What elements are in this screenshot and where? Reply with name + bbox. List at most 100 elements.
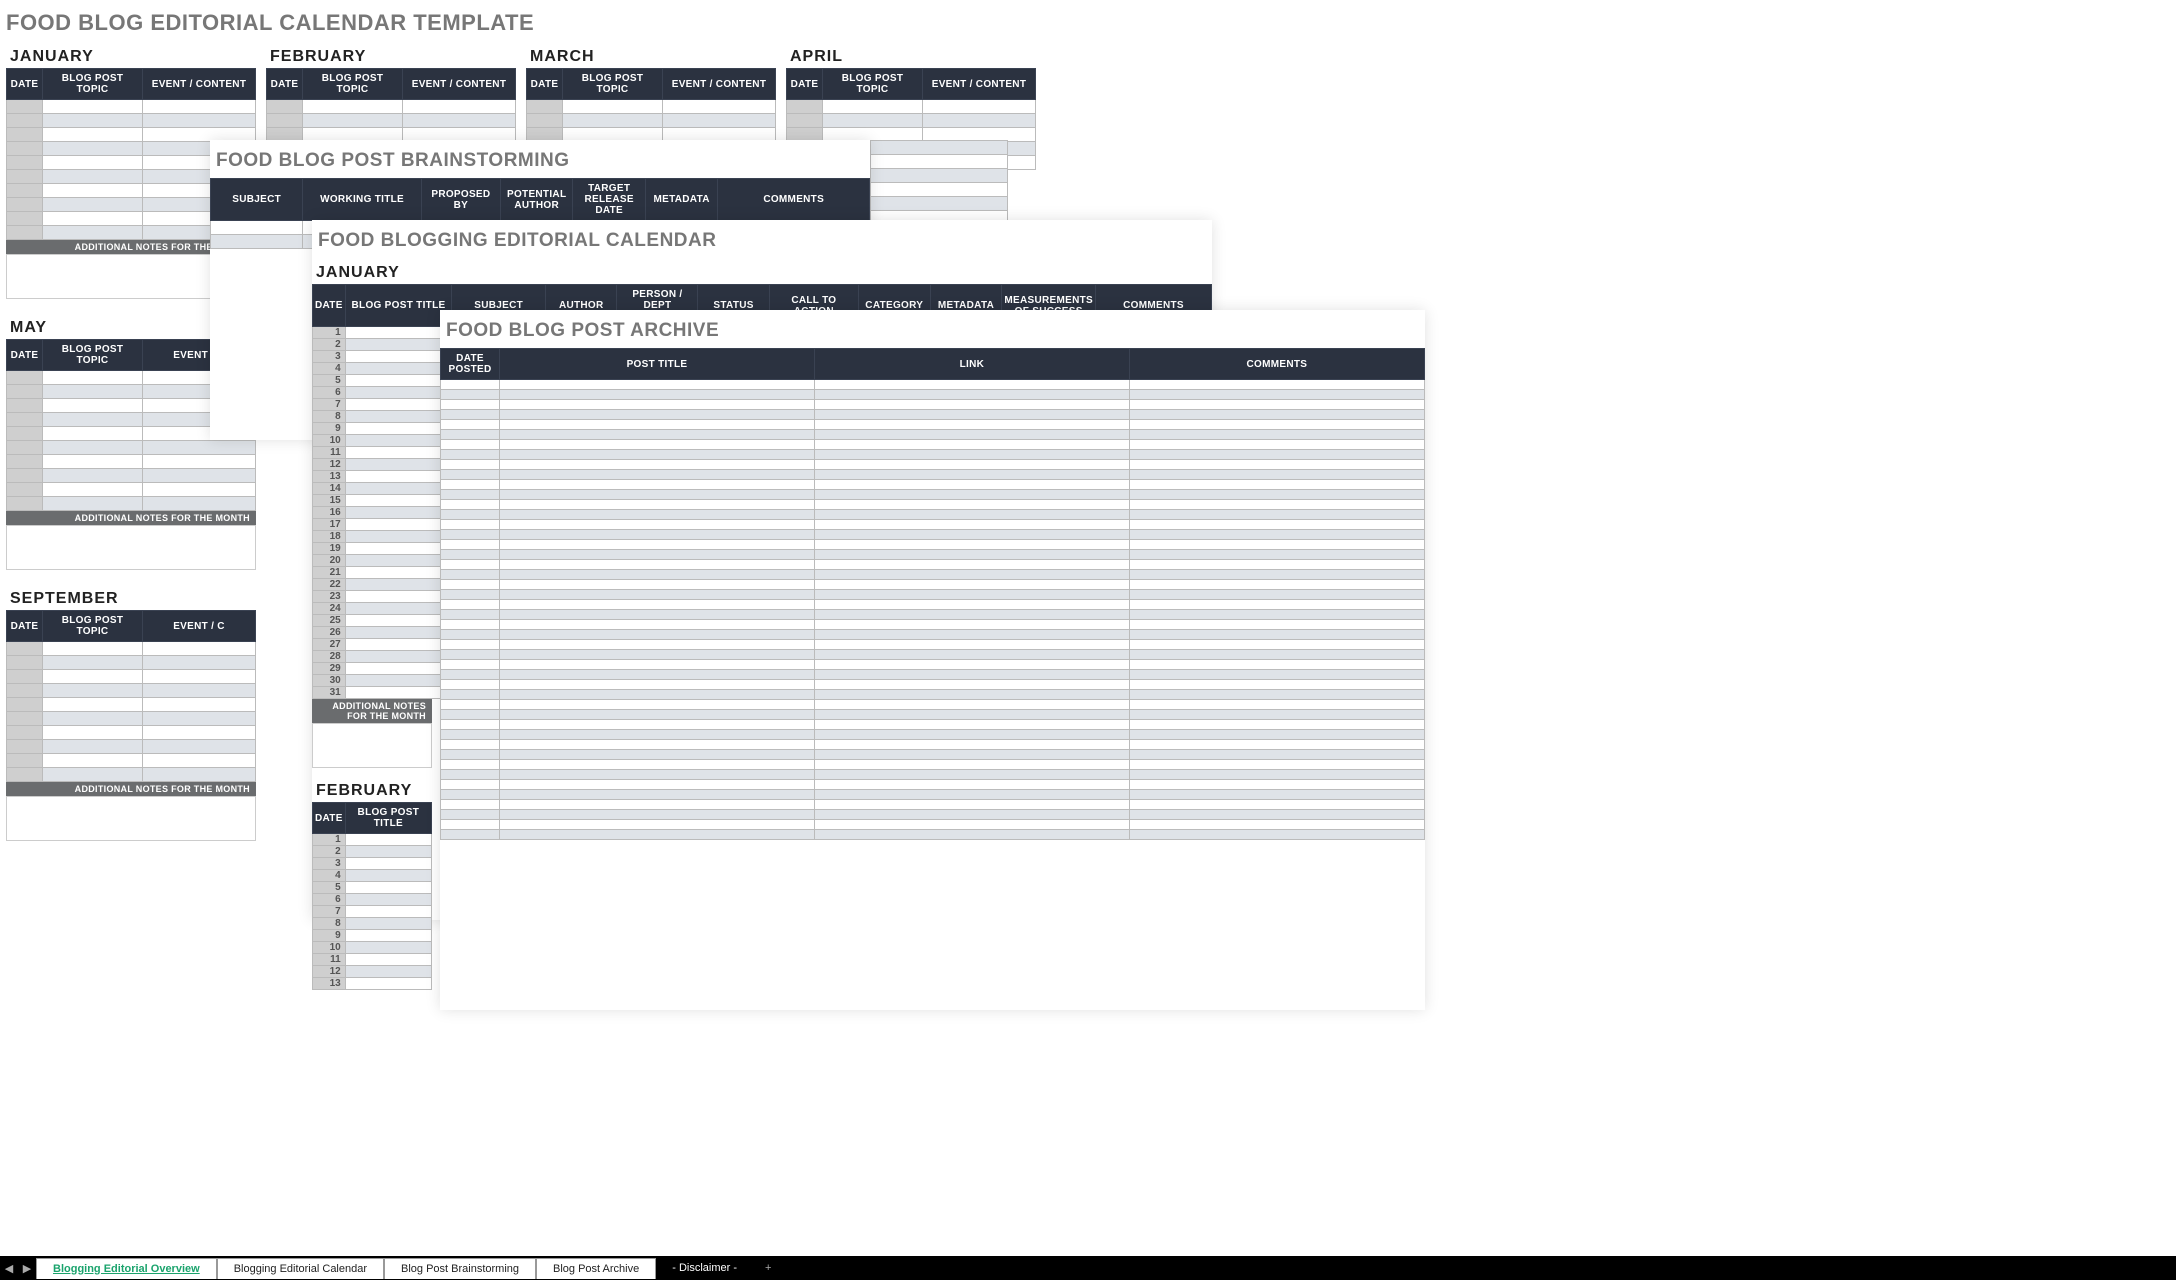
cell[interactable]	[441, 480, 500, 490]
cell[interactable]	[1129, 550, 1424, 560]
cell[interactable]	[1129, 650, 1424, 660]
cell[interactable]	[345, 834, 431, 846]
cell[interactable]	[441, 690, 500, 700]
cell[interactable]	[500, 700, 815, 710]
cell[interactable]	[527, 114, 563, 128]
cell[interactable]	[814, 610, 1129, 620]
cell[interactable]	[345, 351, 452, 363]
cell[interactable]	[1129, 680, 1424, 690]
cell[interactable]	[345, 459, 452, 471]
cell[interactable]	[43, 170, 143, 184]
cell[interactable]	[441, 560, 500, 570]
cell[interactable]	[345, 375, 452, 387]
cell[interactable]	[43, 385, 143, 399]
cell[interactable]	[43, 768, 143, 782]
cell[interactable]	[345, 651, 452, 663]
date-cell[interactable]: 1	[313, 327, 346, 339]
cell[interactable]	[43, 212, 143, 226]
cell[interactable]	[345, 942, 431, 954]
cell[interactable]	[441, 610, 500, 620]
cell[interactable]	[143, 740, 256, 754]
cell[interactable]	[345, 435, 452, 447]
cell[interactable]	[1129, 780, 1424, 790]
cell[interactable]	[563, 114, 663, 128]
cell[interactable]	[43, 198, 143, 212]
cell[interactable]	[441, 530, 500, 540]
cell[interactable]	[1129, 530, 1424, 540]
cell[interactable]	[1129, 770, 1424, 780]
cell[interactable]	[814, 660, 1129, 670]
cell[interactable]	[211, 221, 303, 235]
cell[interactable]	[814, 550, 1129, 560]
cell[interactable]	[43, 399, 143, 413]
cell[interactable]	[500, 480, 815, 490]
cell[interactable]	[814, 720, 1129, 730]
cell[interactable]	[43, 684, 143, 698]
cell[interactable]	[500, 790, 815, 800]
cell[interactable]	[500, 530, 815, 540]
cell[interactable]	[814, 570, 1129, 580]
cell[interactable]	[43, 712, 143, 726]
date-cell[interactable]: 23	[313, 591, 346, 603]
cell[interactable]	[345, 363, 452, 375]
cell[interactable]	[1129, 490, 1424, 500]
cell[interactable]	[500, 750, 815, 760]
cell[interactable]	[500, 740, 815, 750]
cell[interactable]	[345, 858, 431, 870]
cell[interactable]	[500, 440, 815, 450]
cell[interactable]	[303, 114, 403, 128]
cell[interactable]	[814, 530, 1129, 540]
date-cell[interactable]: 24	[313, 603, 346, 615]
tab-nav-left[interactable]: ◀	[0, 1262, 18, 1275]
cell[interactable]	[345, 519, 452, 531]
cell[interactable]	[441, 780, 500, 790]
cell[interactable]	[500, 660, 815, 670]
date-cell[interactable]: 27	[313, 639, 346, 651]
cell[interactable]	[500, 510, 815, 520]
cell[interactable]	[43, 483, 143, 497]
cell[interactable]	[500, 610, 815, 620]
cell[interactable]	[814, 680, 1129, 690]
cell[interactable]	[1129, 470, 1424, 480]
cell[interactable]	[814, 590, 1129, 600]
date-cell[interactable]: 1	[313, 834, 346, 846]
cell[interactable]	[1129, 760, 1424, 770]
cell[interactable]	[500, 420, 815, 430]
cell[interactable]	[441, 570, 500, 580]
cell[interactable]	[500, 780, 815, 790]
tab-blog-post-archive[interactable]: Blog Post Archive	[536, 1258, 656, 1279]
cell[interactable]	[500, 590, 815, 600]
date-cell[interactable]: 21	[313, 567, 346, 579]
cell[interactable]	[211, 235, 303, 249]
cell[interactable]	[43, 371, 143, 385]
cell[interactable]	[143, 642, 256, 656]
cell[interactable]	[1129, 640, 1424, 650]
date-cell[interactable]: 10	[313, 942, 346, 954]
cell[interactable]	[43, 670, 143, 684]
cell[interactable]	[267, 114, 303, 128]
cell[interactable]	[7, 469, 43, 483]
date-cell[interactable]: 5	[313, 375, 346, 387]
cell[interactable]	[814, 500, 1129, 510]
cell[interactable]	[303, 100, 403, 114]
cell[interactable]	[871, 169, 1008, 183]
cell[interactable]	[345, 639, 452, 651]
cell[interactable]	[441, 650, 500, 660]
cell[interactable]	[7, 142, 43, 156]
cell[interactable]	[500, 390, 815, 400]
cell[interactable]	[663, 114, 776, 128]
cell[interactable]	[7, 483, 43, 497]
cell[interactable]	[43, 656, 143, 670]
date-cell[interactable]: 14	[313, 483, 346, 495]
cell[interactable]	[1129, 480, 1424, 490]
cell[interactable]	[441, 820, 500, 830]
date-cell[interactable]: 3	[313, 351, 346, 363]
cell[interactable]	[500, 500, 815, 510]
date-cell[interactable]: 12	[313, 966, 346, 978]
cell[interactable]	[500, 520, 815, 530]
cell[interactable]	[43, 497, 143, 511]
cell[interactable]	[7, 427, 43, 441]
cell[interactable]	[7, 698, 43, 712]
cell[interactable]	[43, 413, 143, 427]
cell[interactable]	[500, 690, 815, 700]
